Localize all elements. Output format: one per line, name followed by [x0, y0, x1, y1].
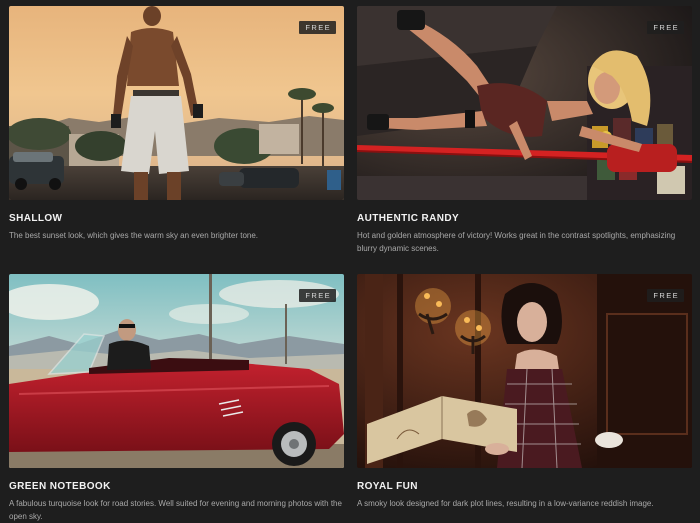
preset-thumbnail-shallow[interactable]: FREE [9, 6, 344, 200]
preset-description: A fabulous turquoise look for road stori… [9, 499, 342, 521]
preset-title: AUTHENTIC RANDY [357, 213, 460, 224]
preset-card-royal-fun[interactable]: FREE ROYAL FUN A smoky look designed for… [357, 274, 692, 511]
preset-title: ROYAL FUN [357, 481, 418, 492]
preset-description: A smoky look designed for dark plot line… [357, 499, 654, 508]
preset-card-green-notebook[interactable]: FREE GREEN NOTEBOOK A fabulous turquoise… [9, 274, 344, 523]
preset-thumbnail-royal-fun[interactable]: FREE [357, 274, 692, 468]
preset-title: SHALLOW [9, 213, 63, 224]
wrestling-ring-photo [357, 6, 692, 200]
preset-title: GREEN NOTEBOOK [9, 481, 111, 492]
free-badge: FREE [299, 289, 336, 302]
free-badge: FREE [299, 21, 336, 34]
free-badge: FREE [647, 289, 684, 302]
candlelit-portrait-photo [357, 274, 692, 468]
preset-card-shallow[interactable]: FREE SHALLOW The best sunset look, which… [9, 6, 344, 243]
sunset-street-photo [9, 6, 344, 200]
preset-grid: FREE SHALLOW The best sunset look, which… [0, 0, 700, 523]
preset-description: Hot and golden atmosphere of victory! Wo… [357, 231, 676, 253]
preset-description: The best sunset look, which gives the wa… [9, 231, 259, 240]
convertible-car-photo [9, 274, 344, 468]
preset-card-authentic-randy[interactable]: FREE AUTHENTIC RANDY Hot and golden atmo… [357, 6, 692, 255]
preset-thumbnail-green-notebook[interactable]: FREE [9, 274, 344, 468]
free-badge: FREE [647, 21, 684, 34]
preset-thumbnail-authentic-randy[interactable]: FREE [357, 6, 692, 200]
